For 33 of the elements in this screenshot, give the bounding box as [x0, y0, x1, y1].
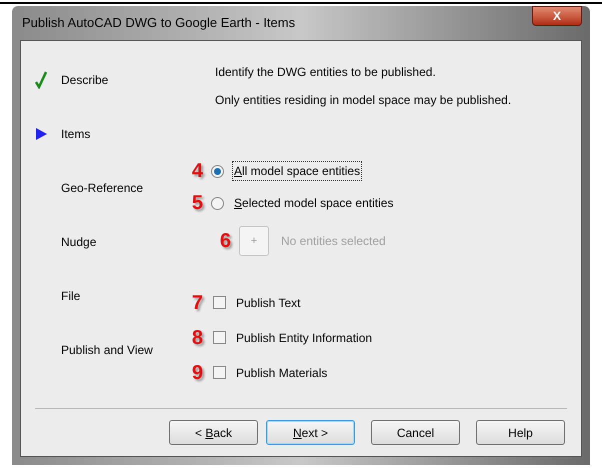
- callout-number: 5: [190, 193, 203, 213]
- radio-label[interactable]: Selected model space entities: [232, 193, 396, 213]
- callout-number: 8: [190, 328, 203, 348]
- dialog-button[interactable]: Cancel: [371, 420, 460, 445]
- window-title: Publish AutoCAD DWG to Google Earth - Items: [21, 14, 296, 32]
- checkbox[interactable]: [213, 296, 226, 309]
- step-label: File: [61, 288, 80, 305]
- instruction-text: Identify the DWG entities to be published.: [215, 64, 437, 81]
- checkbox-label[interactable]: Publish Entity Information: [236, 328, 372, 346]
- checkmark-icon: [35, 71, 47, 89]
- callout-number: 4: [190, 161, 203, 181]
- checkbox-label[interactable]: Publish Materials: [236, 364, 328, 382]
- callout-number: 9: [190, 362, 203, 382]
- step-label: Items: [61, 126, 90, 143]
- radio-button[interactable]: [211, 196, 224, 210]
- step-label: Geo-Reference: [61, 180, 144, 197]
- step-label: Describe: [61, 72, 108, 89]
- selection-status: No entities selected: [281, 233, 386, 250]
- callout-number: 7: [190, 292, 203, 312]
- dialog-button[interactable]: Next >: [266, 420, 355, 445]
- close-button[interactable]: X: [532, 6, 582, 26]
- checkbox[interactable]: [213, 331, 226, 344]
- radio-button[interactable]: [211, 164, 224, 178]
- dialog-button[interactable]: Help: [476, 420, 565, 445]
- dialog-button[interactable]: < Back: [169, 420, 258, 445]
- radio-label[interactable]: All model space entities: [232, 161, 362, 181]
- callout-number: 6: [218, 231, 231, 251]
- arrow-right-icon: [35, 128, 47, 140]
- instruction-text: Only entities residing in model space may be published.: [215, 92, 512, 109]
- step-label: Publish and View: [61, 342, 153, 359]
- step-label: Nudge: [61, 234, 96, 251]
- checkbox-label[interactable]: Publish Text: [236, 294, 300, 312]
- checkbox[interactable]: [213, 366, 226, 379]
